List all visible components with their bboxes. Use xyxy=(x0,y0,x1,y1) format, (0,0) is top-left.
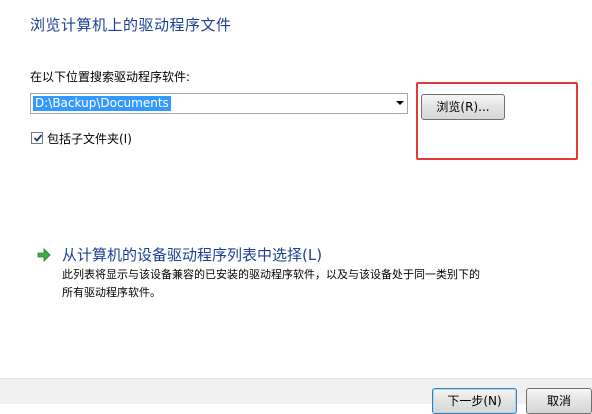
cancel-button[interactable]: 取消 xyxy=(526,388,592,414)
next-button[interactable]: 下一步(N) xyxy=(432,388,517,414)
highlight-box xyxy=(416,82,578,160)
pick-from-list-description: 此列表将显示与该设备兼容的已安装的驱动程序软件，以及与该设备处于同一类别下的 所… xyxy=(62,266,562,302)
pick-from-list-link[interactable]: 从计算机的设备驱动程序列表中选择(L) xyxy=(62,244,322,265)
include-subfolders-checkbox[interactable] xyxy=(31,132,43,144)
description-line-2: 所有驱动程序软件。 xyxy=(62,286,161,299)
search-location-label: 在以下位置搜索驱动程序软件: xyxy=(30,70,191,84)
page-title: 浏览计算机上的驱动程序文件 xyxy=(30,16,232,34)
path-input-value[interactable]: D:\Backup\Documents xyxy=(33,96,171,111)
green-arrow-icon[interactable] xyxy=(37,248,51,262)
checkmark-icon xyxy=(33,134,43,142)
chevron-down-icon[interactable] xyxy=(396,101,404,105)
include-subfolders-label[interactable]: 包括子文件夹(I) xyxy=(47,130,132,147)
path-combobox[interactable]: D:\Backup\Documents xyxy=(30,93,408,114)
description-line-1: 此列表将显示与该设备兼容的已安装的驱动程序软件，以及与该设备处于同一类别下的 xyxy=(62,268,480,281)
